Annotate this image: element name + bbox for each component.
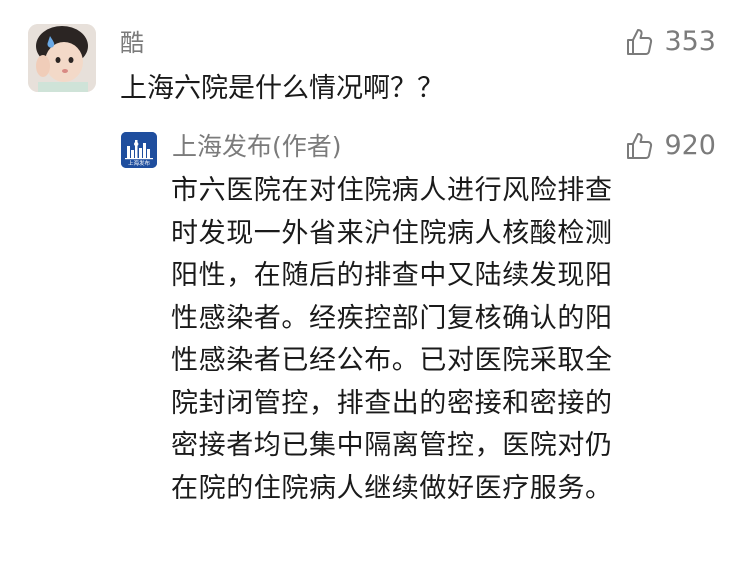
avatar[interactable]: [28, 24, 96, 92]
shanghai-fabu-logo-icon: 上海发布: [121, 132, 157, 168]
reply-avatar[interactable]: 上海发布: [121, 132, 157, 168]
logo-text: 上海发布: [128, 159, 151, 167]
reply-text-line: 市六医院在对住院病人进行风险排查: [171, 175, 613, 206]
reply-text-line: 性感染者已经公布。已对医院采取全: [171, 345, 613, 376]
reply-text: 市六医院在对住院病人进行风险排查 时发现一外省来沪住院病人核酸检测 阳性，在随后…: [171, 170, 721, 510]
reply-text-line: 院封闭管控，排查出的密接和密接的: [171, 387, 613, 419]
comment-item: 酷 353 上海六院是什么情况啊？？: [0, 0, 750, 120]
child-photo-avatar-icon: [28, 24, 96, 92]
reply-text-line: 性感染者。经疾控部门复核确认的阳: [171, 302, 613, 334]
reply-like-count: 920: [664, 130, 716, 161]
reply-author-name[interactable]: 上海发布(作者): [172, 128, 342, 166]
reply-text-line: 阳性，在随后的排查中又陆续发现阳: [171, 260, 613, 291]
comment-like-count: 353: [664, 26, 716, 57]
reply-like-button[interactable]: 920: [624, 129, 716, 163]
thumbs-up-icon: [627, 133, 653, 159]
reply-text-line: 时发现一外省来沪住院病人核酸检测: [171, 217, 613, 249]
reply-text-line: 密接者均已集中隔离管控，医院对仍: [171, 430, 613, 461]
reply-text-line: 在院的住院病人继续做好医疗服务。: [171, 472, 613, 504]
comment-username[interactable]: 酷: [120, 26, 144, 60]
thumbs-up-icon: [627, 29, 653, 55]
comment-text: 上海六院是什么情况啊？？: [120, 73, 444, 104]
reply-item: 上海发布 上海发布(作者) 920 市六医院在对住院病人进行风险排查 时发现一外…: [0, 120, 750, 560]
comment-like-button[interactable]: 353: [624, 25, 716, 59]
